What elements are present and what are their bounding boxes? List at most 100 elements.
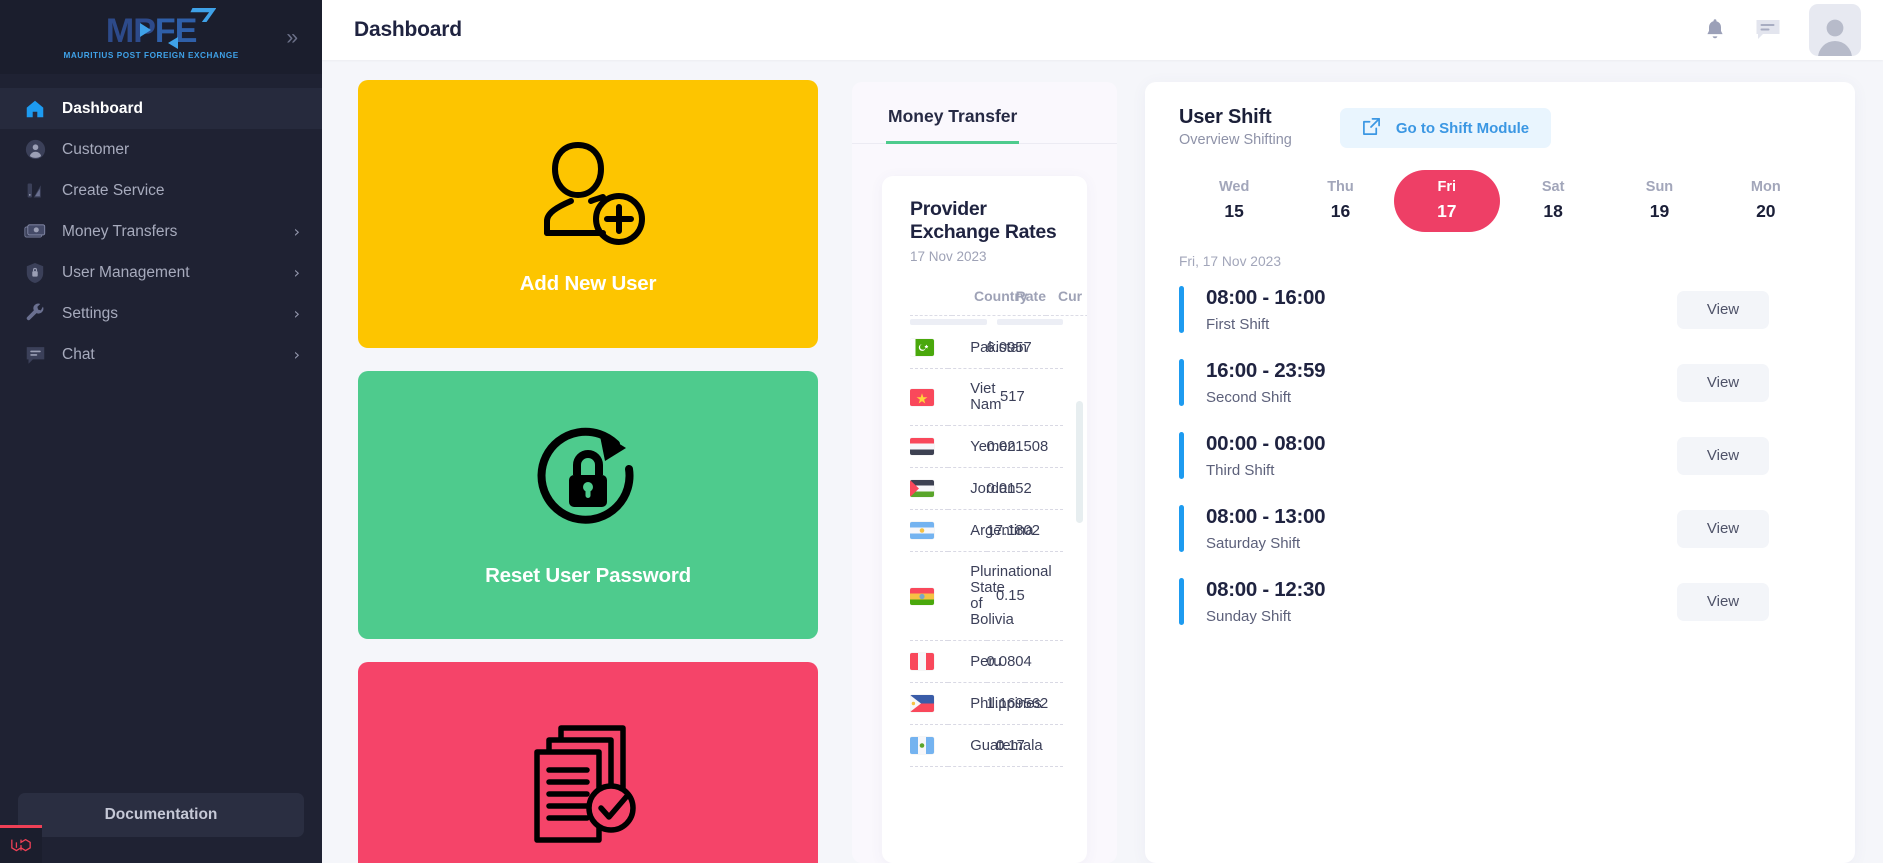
- shift-accent-bar: [1179, 505, 1184, 552]
- cell-cur: [1024, 368, 1063, 426]
- add-new-user-card[interactable]: Add New User: [358, 80, 818, 348]
- flag-jo-icon: [910, 480, 934, 497]
- rates-scroll-area[interactable]: Pakistan 6.0957 Viet Nam 517 Yemen 0.021…: [910, 316, 1063, 863]
- shift-time: 16:00 - 23:59: [1206, 359, 1326, 382]
- tab-money-transfer[interactable]: Money Transfer: [886, 98, 1020, 144]
- user-shift-subtitle: Overview Shifting: [1179, 132, 1292, 148]
- view-shift-button[interactable]: View: [1677, 290, 1769, 329]
- col-flag: [910, 282, 952, 316]
- provider-exchange-rates-card: Provider Exchange Rates 17 Nov 2023 Coun…: [882, 176, 1087, 863]
- documentation-button[interactable]: Documentation: [18, 793, 304, 837]
- table-row[interactable]: Philippines 1.169562: [910, 682, 1063, 725]
- message-icon[interactable]: [1755, 18, 1781, 42]
- table-row[interactable]: Plurinational State of Bolivia 0.15: [910, 551, 1063, 641]
- table-row[interactable]: Jordan 0.0152: [910, 467, 1063, 510]
- shift-accent-bar: [1179, 359, 1184, 406]
- add-new-user-label: Add New User: [519, 271, 657, 295]
- user-shift-titles: User Shift Overview Shifting: [1179, 106, 1292, 148]
- day-number: 18: [1543, 201, 1563, 221]
- shift-time: 08:00 - 12:30: [1206, 578, 1326, 601]
- cell-rate: 6.0957: [986, 327, 1032, 369]
- day-name: Mon: [1750, 179, 1781, 195]
- table-row[interactable]: Pakistan 6.0957: [910, 327, 1063, 369]
- laravel-logo-icon[interactable]: [0, 825, 42, 863]
- brand-logo[interactable]: MPFE MAURITIUS POST FOREIGN EXCHANGE: [30, 8, 272, 60]
- shift-name: Saturday Shift: [1206, 535, 1301, 552]
- table-row[interactable]: Yemen 0.021508: [910, 425, 1063, 468]
- flag-ye-icon: [910, 438, 934, 455]
- day-fri[interactable]: Fri 17: [1393, 170, 1500, 232]
- shift-time: 08:00 - 16:00: [1206, 286, 1326, 309]
- chevron-right-icon: ›: [293, 344, 300, 364]
- bell-icon[interactable]: [1703, 17, 1727, 43]
- cell-rate: 0.0152: [986, 467, 1032, 510]
- view-shift-button[interactable]: View: [1677, 582, 1769, 621]
- day-name: Fri: [1437, 179, 1457, 195]
- sidebar-item-settings[interactable]: Settings ›: [0, 293, 322, 334]
- shift-texts: 16:00 - 23:59 Second Shift: [1206, 359, 1677, 406]
- document-verify-card[interactable]: [358, 662, 818, 863]
- rates-body-table: Pakistan 6.0957 Viet Nam 517 Yemen 0.021…: [910, 316, 1063, 767]
- cell-country: Jordan: [948, 467, 1016, 510]
- app-root: MPFE MAURITIUS POST FOREIGN EXCHANGE » D…: [0, 0, 1883, 863]
- day-mon[interactable]: Mon 20: [1713, 170, 1819, 232]
- chevron-right-icon: ›: [293, 221, 300, 241]
- shift-name: First Shift: [1206, 316, 1270, 333]
- wrench-icon: [22, 301, 48, 327]
- table-row[interactable]: Argentina 17.1802: [910, 509, 1063, 552]
- go-to-shift-module-button[interactable]: Go to Shift Module: [1339, 108, 1552, 148]
- shift-row: 08:00 - 13:00 Saturday Shift View: [1179, 492, 1821, 565]
- shift-texts: 08:00 - 12:30 Sunday Shift: [1206, 578, 1677, 625]
- day-thu[interactable]: Thu 16: [1287, 170, 1393, 232]
- avatar[interactable]: [1809, 4, 1861, 56]
- day-wed[interactable]: Wed 15: [1181, 170, 1287, 232]
- day-number: 20: [1756, 201, 1776, 221]
- table-row[interactable]: Guatemala 0.17: [910, 724, 1063, 767]
- view-shift-button[interactable]: View: [1677, 436, 1769, 475]
- shield-lock-icon: [22, 260, 48, 286]
- rates-spacer-row: [910, 316, 1063, 327]
- view-shift-button[interactable]: View: [1677, 509, 1769, 548]
- external-link-icon: [1362, 117, 1381, 140]
- sidebar-collapse-button[interactable]: »: [280, 23, 304, 52]
- sidebar-item-money-transfers[interactable]: Money Transfers ›: [0, 211, 322, 252]
- sidebar-item-create-service[interactable]: Create Service: [0, 170, 322, 211]
- shift-time: 00:00 - 08:00: [1206, 432, 1326, 455]
- logo-triangle-right-icon: [139, 23, 151, 37]
- view-shift-button[interactable]: View: [1677, 363, 1769, 402]
- shift-row: 08:00 - 12:30 Sunday Shift View: [1179, 565, 1821, 638]
- flag-pk-icon: [910, 339, 934, 356]
- day-number: 15: [1224, 201, 1244, 221]
- user-circle-icon: [22, 137, 48, 163]
- sidebar: MPFE MAURITIUS POST FOREIGN EXCHANGE » D…: [0, 0, 322, 863]
- table-row[interactable]: Peru 0.0804: [910, 640, 1063, 683]
- chat-icon: [22, 342, 48, 368]
- flag-gt-icon: [910, 737, 934, 754]
- day-sun[interactable]: Sun 19: [1606, 170, 1712, 232]
- day-number: 19: [1649, 201, 1670, 221]
- chevron-right-icon: ›: [293, 262, 300, 282]
- sidebar-item-chat[interactable]: Chat ›: [0, 334, 322, 375]
- day-sat[interactable]: Sat 18: [1500, 170, 1606, 232]
- page-title: Dashboard: [354, 18, 462, 41]
- rates-title: Provider Exchange Rates: [910, 198, 1057, 243]
- dashboard-content: Add New User Reset User Password Money T…: [322, 60, 1883, 863]
- cell-country: Yemen: [948, 425, 1016, 468]
- table-row[interactable]: Viet Nam 517: [910, 368, 1063, 426]
- shift-time: 08:00 - 13:00: [1206, 505, 1326, 528]
- reset-user-password-card[interactable]: Reset User Password: [358, 371, 818, 639]
- day-number: 16: [1330, 201, 1351, 221]
- sidebar-item-user-management[interactable]: User Management ›: [0, 252, 322, 293]
- sidebar-item-label: Customer: [62, 140, 130, 158]
- password-reset-icon: [525, 423, 651, 550]
- shift-name: Third Shift: [1206, 462, 1275, 479]
- sidebar-item-customer[interactable]: Customer: [0, 129, 322, 170]
- sidebar-item-dashboard[interactable]: Dashboard: [0, 88, 322, 129]
- spacer-bar-left: [910, 318, 987, 325]
- home-icon: [22, 96, 48, 122]
- rates-vertical-scrollbar[interactable]: [1076, 401, 1083, 523]
- day-name: Thu: [1327, 179, 1354, 195]
- service-icon: [22, 178, 48, 204]
- user-shift-column: User Shift Overview Shifting Go to Shift…: [1145, 60, 1883, 863]
- shift-texts: 08:00 - 13:00 Saturday Shift: [1206, 505, 1677, 552]
